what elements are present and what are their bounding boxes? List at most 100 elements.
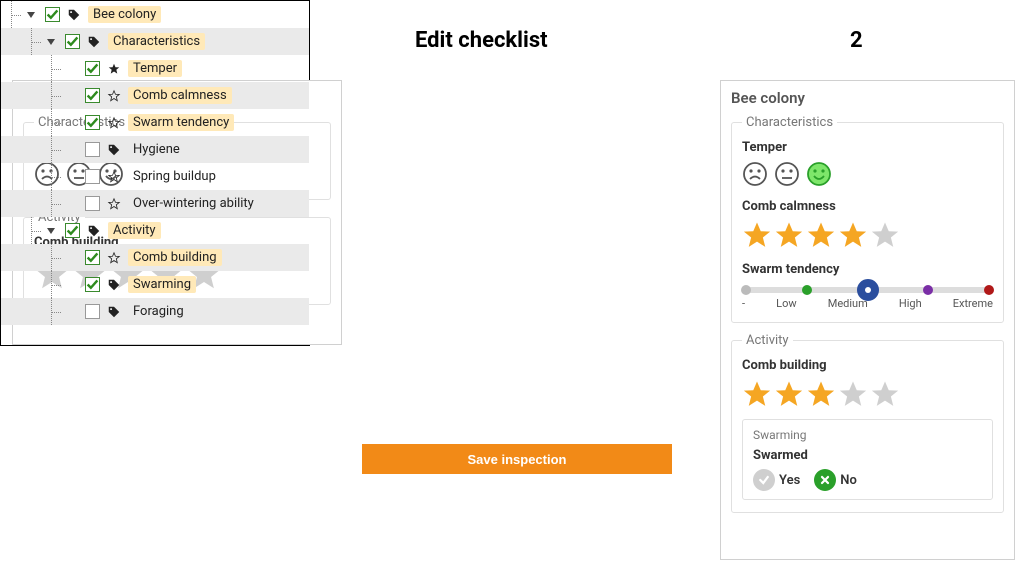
tree-row[interactable]: Over-wintering ability <box>1 190 309 217</box>
tree-checkbox[interactable] <box>85 169 100 184</box>
tree-checkbox[interactable] <box>85 88 100 103</box>
star-icon[interactable] <box>838 379 868 409</box>
expand-toggle-icon <box>65 198 77 210</box>
tree-node-label[interactable]: Comb building <box>128 249 222 266</box>
tree-row[interactable]: Comb calmness <box>1 82 309 109</box>
star-icon[interactable] <box>774 379 804 409</box>
tree-node-label[interactable]: Bee colony <box>88 6 161 23</box>
star-icon[interactable] <box>774 220 804 250</box>
tree-checkbox[interactable] <box>85 61 100 76</box>
star-icon[interactable] <box>870 379 900 409</box>
panel-title: Bee colony <box>731 89 1004 107</box>
expand-toggle-icon <box>65 279 77 291</box>
tree-checkbox[interactable] <box>45 7 60 22</box>
tree-checkbox[interactable] <box>85 142 100 157</box>
face-sad-icon[interactable] <box>742 161 768 187</box>
tree-checkbox[interactable] <box>85 277 100 292</box>
expand-toggle-icon[interactable] <box>45 36 57 48</box>
face-happy-icon[interactable] <box>806 161 832 187</box>
swarmed-yes-no[interactable]: Yes No <box>753 469 982 491</box>
star-outline-icon <box>106 88 122 104</box>
item-label-temper: Temper <box>742 140 993 155</box>
slider-stop-label: Extreme <box>953 297 993 310</box>
slider-stop-label: Low <box>776 297 796 310</box>
save-inspection-button[interactable]: Save inspection <box>362 444 672 474</box>
expand-toggle-icon[interactable] <box>25 9 37 21</box>
star-icon <box>106 61 122 77</box>
tree-row[interactable]: Activity <box>1 217 309 244</box>
tree-checkbox[interactable] <box>65 223 80 238</box>
group-legend: Characteristics <box>742 115 837 130</box>
item-label-comb-building: Comb building <box>742 358 993 373</box>
group-characteristics: Characteristics Temper Comb calmness Swa… <box>731 115 1004 323</box>
star-outline-icon <box>106 196 122 212</box>
tag-icon <box>106 277 122 293</box>
tree-row[interactable]: Hygiene <box>1 136 309 163</box>
tree-checkbox[interactable] <box>65 34 80 49</box>
tree-row[interactable]: Swarm tendency <box>1 109 309 136</box>
expand-toggle-icon <box>65 252 77 264</box>
tree-checkbox[interactable] <box>85 250 100 265</box>
expand-toggle-icon <box>65 63 77 75</box>
tree-row[interactable]: Swarming <box>1 271 309 298</box>
star-outline-icon <box>106 250 122 266</box>
tree-node-label[interactable]: Temper <box>128 60 182 77</box>
tree-node-label[interactable]: Spring buildup <box>128 168 221 185</box>
slider-stop-label: High <box>899 297 922 310</box>
tree-checkbox[interactable] <box>85 304 100 319</box>
face-neutral-icon[interactable] <box>774 161 800 187</box>
item-label-comb-calmness: Comb calmness <box>742 199 993 214</box>
tree-node-label[interactable]: Swarming <box>128 276 196 293</box>
star-icon[interactable] <box>838 220 868 250</box>
expand-toggle-icon <box>65 117 77 129</box>
star-icon[interactable] <box>742 220 772 250</box>
tag-icon <box>86 34 102 50</box>
comb-calmness-stars[interactable] <box>742 220 993 250</box>
tree-node-label[interactable]: Comb calmness <box>128 87 232 104</box>
tree-row[interactable]: Comb building <box>1 244 309 271</box>
tree-node-label[interactable]: Characteristics <box>108 33 205 50</box>
temper-face-picker[interactable] <box>742 161 993 187</box>
slider-stop-label: - <box>742 297 745 310</box>
slider-stop[interactable] <box>741 285 751 295</box>
tree-node-label[interactable]: Hygiene <box>128 141 185 158</box>
tag-icon <box>106 142 122 158</box>
tree-node-label[interactable]: Activity <box>108 222 161 239</box>
tree-row[interactable]: Foraging <box>1 298 309 325</box>
group-activity: Activity Comb building Swarming Swarmed … <box>731 333 1004 513</box>
column-2-heading: 2 <box>850 28 863 53</box>
tree-checkbox[interactable] <box>85 196 100 211</box>
tree-node-label[interactable]: Foraging <box>128 303 189 320</box>
expand-toggle-icon[interactable] <box>45 225 57 237</box>
star-icon[interactable] <box>806 220 836 250</box>
tree-node-label[interactable]: Swarm tendency <box>128 114 234 131</box>
slider-stop[interactable] <box>923 285 933 295</box>
swarmed-no[interactable]: No <box>814 469 857 491</box>
expand-toggle-icon <box>65 171 77 183</box>
slider-stop[interactable] <box>802 285 812 295</box>
tree-node-label[interactable]: Over-wintering ability <box>128 195 259 212</box>
slider-stop[interactable] <box>984 285 994 295</box>
tree-row[interactable]: Characteristics <box>1 28 309 55</box>
tree-row[interactable]: Temper <box>1 55 309 82</box>
no-label: No <box>840 473 857 488</box>
star-outline-icon <box>106 169 122 185</box>
star-icon[interactable] <box>742 379 772 409</box>
tag-icon <box>86 223 102 239</box>
group-legend: Activity <box>742 333 793 348</box>
slider-thumb[interactable] <box>857 279 879 301</box>
comb-building-stars[interactable] <box>742 379 993 409</box>
star-icon[interactable] <box>806 379 836 409</box>
swarm-tendency-slider[interactable]: -LowMediumHighExtreme <box>742 287 993 310</box>
tree-row[interactable]: Spring buildup <box>1 163 309 190</box>
check-icon <box>753 469 775 491</box>
group-swarming: Swarming Swarmed Yes No <box>742 419 993 500</box>
edit-checklist-title: Edit checklist <box>415 28 548 53</box>
star-icon[interactable] <box>870 220 900 250</box>
swarmed-yes[interactable]: Yes <box>753 469 800 491</box>
tree-row[interactable]: Bee colony <box>1 1 309 28</box>
item-label-swarm-tendency: Swarm tendency <box>742 262 993 277</box>
expand-toggle-icon <box>65 90 77 102</box>
panel-checklist-after: Bee colony Characteristics Temper Comb c… <box>720 80 1015 560</box>
tree-checkbox[interactable] <box>85 115 100 130</box>
